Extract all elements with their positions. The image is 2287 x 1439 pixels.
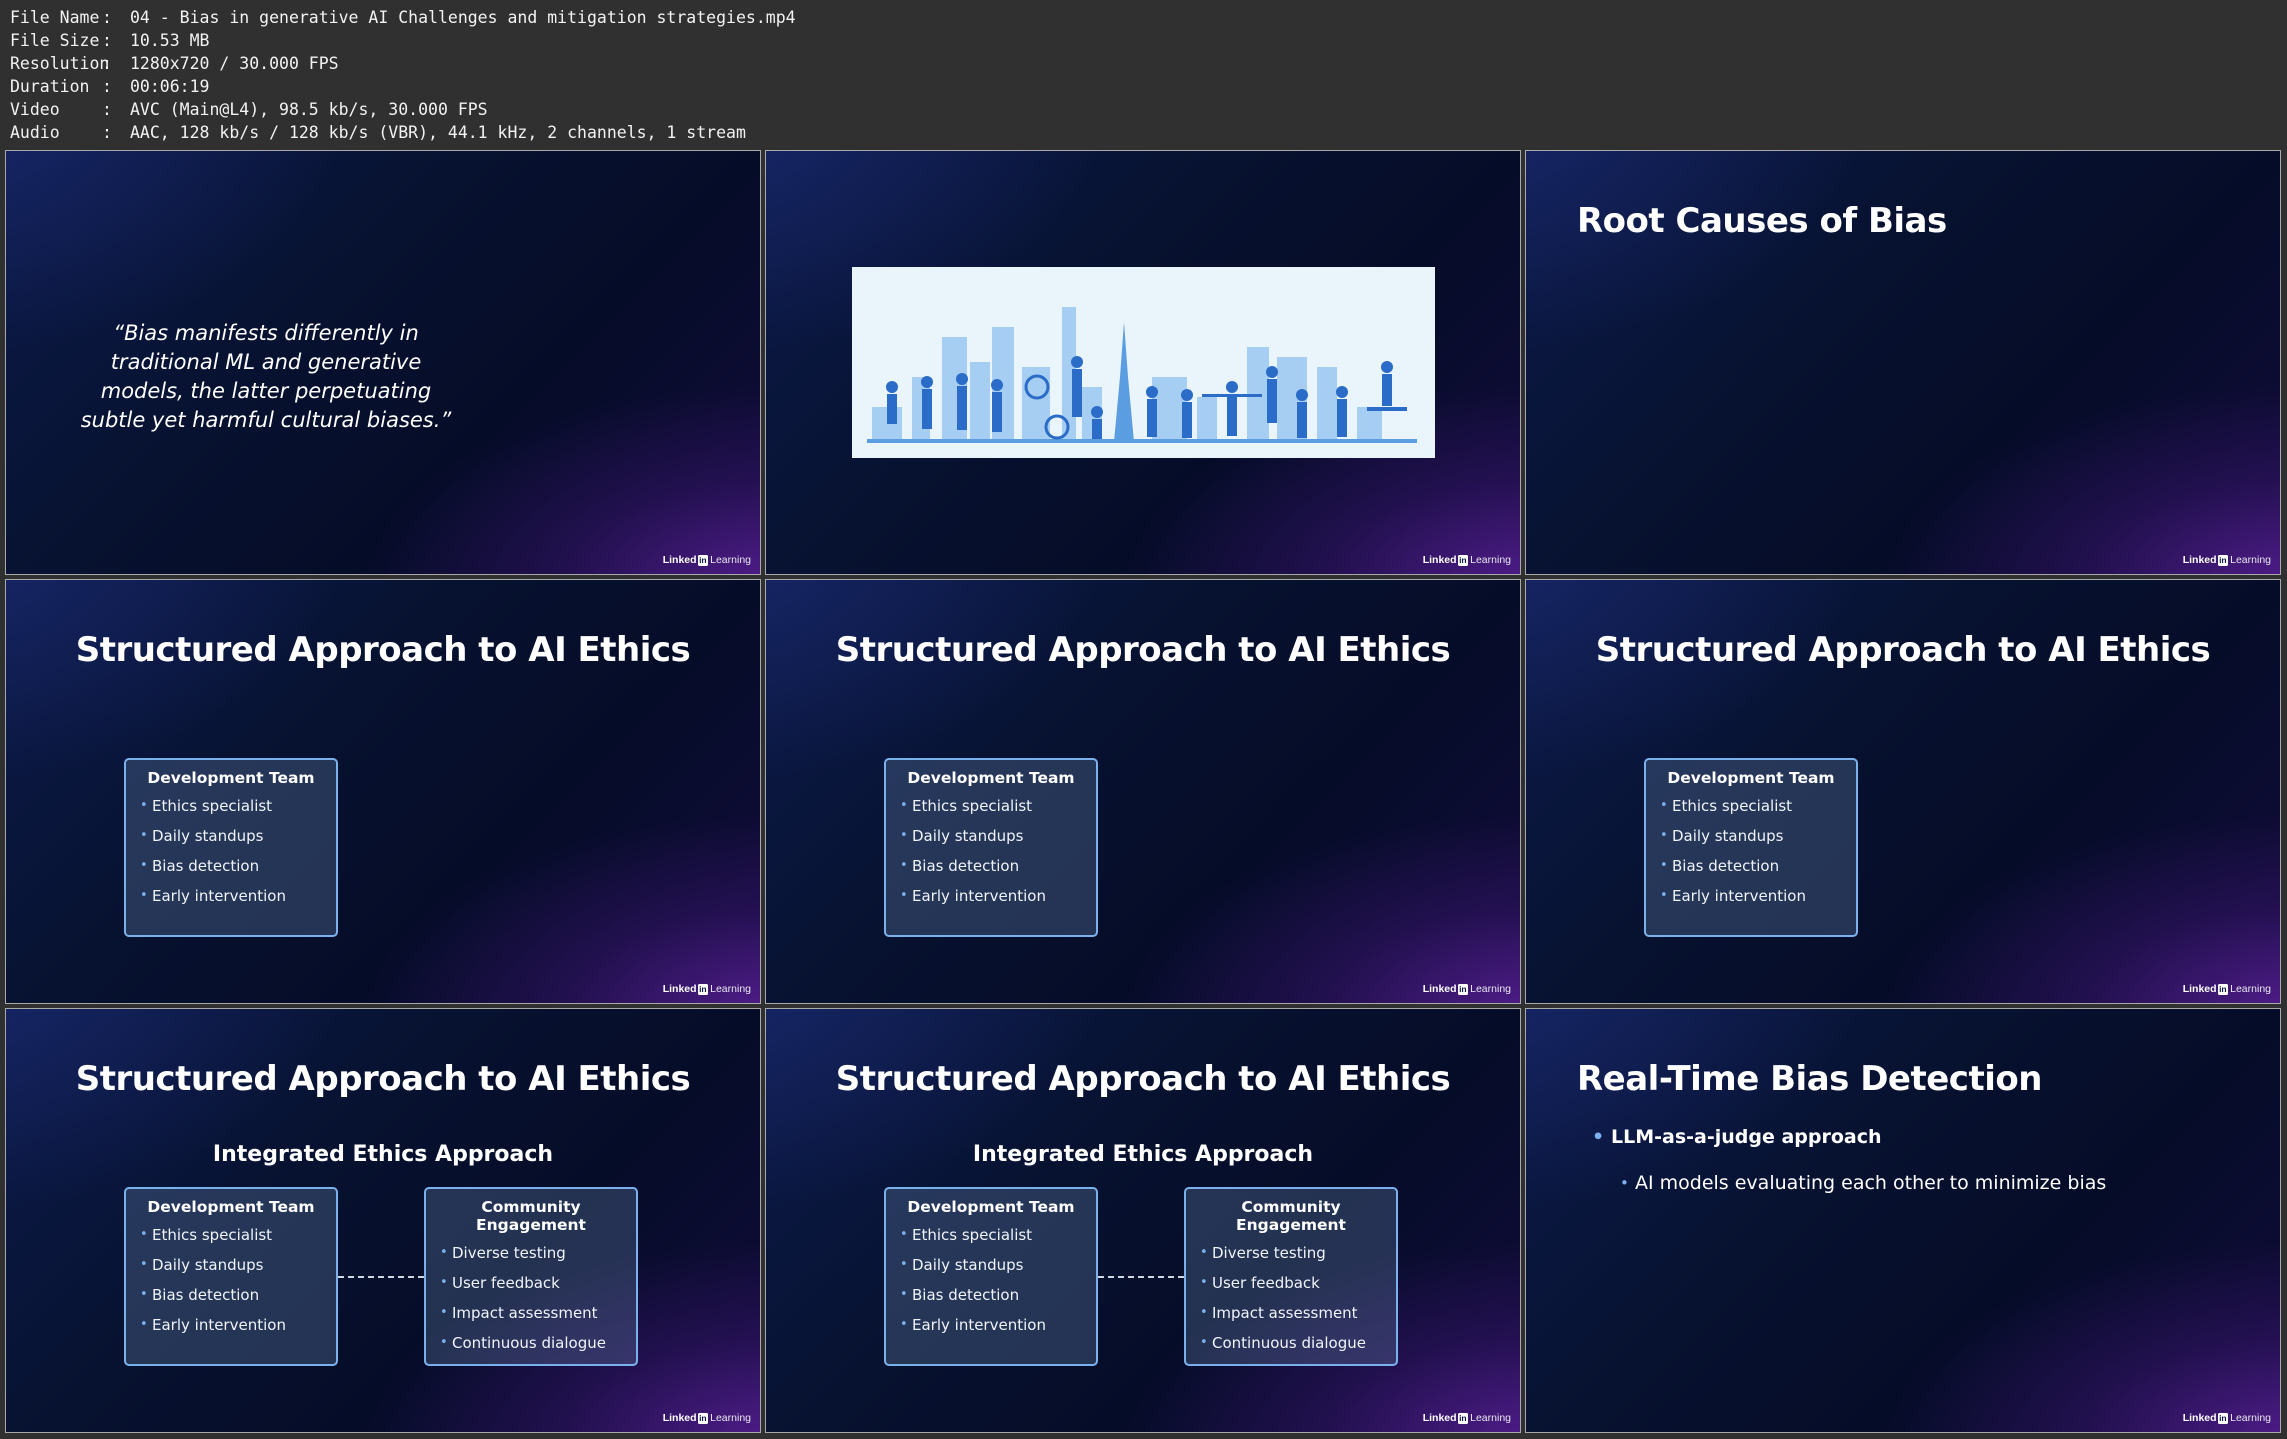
list-item: Bias detection: [1646, 851, 1856, 881]
thumbnail-9-realtime-detection[interactable]: Real-Time Bias Detection LLM-as-a-judge …: [1525, 1008, 2281, 1433]
meta-row-resolution: Resolution: 1280x720 / 30.000 FPS: [10, 54, 339, 73]
list-item: Bias detection: [126, 851, 336, 881]
linkedin-learning-logo: Linked in Learning: [2182, 554, 2271, 566]
slide-title: Real-Time Bias Detection: [1577, 1059, 2042, 1099]
list-item: Early intervention: [126, 881, 336, 911]
olympics-illustration: [852, 267, 1435, 458]
slide-title: Structured Approach to AI Ethics: [75, 630, 691, 670]
slide-subheading: Integrated Ethics Approach: [212, 1142, 554, 1167]
thumbnail-6-structured-approach[interactable]: Structured Approach to AI Ethics Develop…: [1525, 579, 2281, 1004]
thumbnail-2-olympics-illustration[interactable]: Linked in Learning: [765, 150, 1521, 575]
development-team-box: Development Team Ethics specialist Daily…: [124, 1187, 338, 1366]
list-item: Bias detection: [886, 1280, 1096, 1310]
list-item: Daily standups: [1646, 821, 1856, 851]
community-engagement-box: Community Engagement Diverse testing Use…: [424, 1187, 638, 1366]
list-item: Early intervention: [126, 1310, 336, 1340]
meta-row-file-name: File Name: 04 - Bias in generative AI Ch…: [10, 8, 796, 27]
slide-title: Structured Approach to AI Ethics: [75, 1059, 691, 1099]
list-item: Daily standups: [886, 1250, 1096, 1280]
list-item: Impact assessment: [1186, 1298, 1396, 1328]
list-item: Ethics specialist: [126, 791, 336, 821]
bullet-level-2: AI models evaluating each other to minim…: [1620, 1172, 2106, 1194]
development-team-box: Development Team Ethics specialist Daily…: [884, 1187, 1098, 1366]
slide-title: Root Causes of Bias: [1577, 201, 1947, 241]
slide-title: Structured Approach to AI Ethics: [1595, 630, 2211, 670]
quote-text: “Bias manifests differently in tradition…: [80, 321, 452, 432]
community-engagement-box: Community Engagement Diverse testing Use…: [1184, 1187, 1398, 1366]
development-team-box: Development Team Ethics specialist Daily…: [124, 758, 338, 937]
list-item: User feedback: [1186, 1268, 1396, 1298]
linkedin-learning-logo: Linked in Learning: [1422, 983, 1511, 995]
list-item: Daily standups: [126, 1250, 336, 1280]
list-item: Early intervention: [886, 881, 1096, 911]
dashed-connector: [338, 1276, 424, 1278]
thumbnail-8-integrated-ethics[interactable]: Structured Approach to AI Ethics Integra…: [765, 1008, 1521, 1433]
slide-subheading: Integrated Ethics Approach: [972, 1142, 1314, 1167]
list-item: Continuous dialogue: [426, 1328, 636, 1358]
dashed-connector: [1098, 1276, 1184, 1278]
thumbnail-3-root-causes[interactable]: Root Causes of Bias Linked in Learning: [1525, 150, 2281, 575]
list-item: Diverse testing: [1186, 1238, 1396, 1268]
development-team-box: Development Team Ethics specialist Daily…: [884, 758, 1098, 937]
meta-row-video: Video: AVC (Main@L4), 98.5 kb/s, 30.000 …: [10, 100, 488, 119]
thumbnail-4-structured-approach[interactable]: Structured Approach to AI Ethics Develop…: [5, 579, 761, 1004]
thumbnail-grid: “Bias manifests differently in tradition…: [5, 150, 2283, 1436]
list-item: Ethics specialist: [126, 1220, 336, 1250]
list-item: Bias detection: [126, 1280, 336, 1310]
list-item: Ethics specialist: [886, 791, 1096, 821]
linkedin-learning-logo: Linked in Learning: [2182, 1412, 2271, 1424]
list-item: Early intervention: [1646, 881, 1856, 911]
thumbnail-7-integrated-ethics[interactable]: Structured Approach to AI Ethics Integra…: [5, 1008, 761, 1433]
thumbnail-5-structured-approach[interactable]: Structured Approach to AI Ethics Develop…: [765, 579, 1521, 1004]
list-item: Daily standups: [126, 821, 336, 851]
file-metadata: File Name: 04 - Bias in generative AI Ch…: [10, 6, 796, 144]
list-item: Ethics specialist: [886, 1220, 1096, 1250]
bullet-level-1: LLM-as-a-judge approach: [1592, 1126, 1881, 1148]
slide-title: Structured Approach to AI Ethics: [835, 630, 1451, 670]
list-item: Early intervention: [886, 1310, 1096, 1340]
list-item: Impact assessment: [426, 1298, 636, 1328]
list-item: Diverse testing: [426, 1238, 636, 1268]
slide-title: Structured Approach to AI Ethics: [835, 1059, 1451, 1099]
list-item: User feedback: [426, 1268, 636, 1298]
linkedin-learning-logo: Linked in Learning: [662, 1412, 751, 1424]
linkedin-learning-logo: Linked in Learning: [662, 983, 751, 995]
meta-row-file-size: File Size: 10.53 MB: [10, 31, 210, 50]
list-item: Ethics specialist: [1646, 791, 1856, 821]
linkedin-learning-logo: Linked in Learning: [1422, 1412, 1511, 1424]
athletes-skyline-graphic: [867, 307, 1417, 443]
linkedin-learning-logo: Linked in Learning: [2182, 983, 2271, 995]
thumbnail-1-quote[interactable]: “Bias manifests differently in tradition…: [5, 150, 761, 575]
meta-row-duration: Duration: 00:06:19: [10, 77, 210, 96]
list-item: Bias detection: [886, 851, 1096, 881]
development-team-box: Development Team Ethics specialist Daily…: [1644, 758, 1858, 937]
meta-row-audio: Audio: AAC, 128 kb/s / 128 kb/s (VBR), 4…: [10, 123, 746, 142]
list-item: Continuous dialogue: [1186, 1328, 1396, 1358]
linkedin-learning-logo: Linked in Learning: [662, 554, 751, 566]
list-item: Daily standups: [886, 821, 1096, 851]
linkedin-learning-logo: Linked in Learning: [1422, 554, 1511, 566]
